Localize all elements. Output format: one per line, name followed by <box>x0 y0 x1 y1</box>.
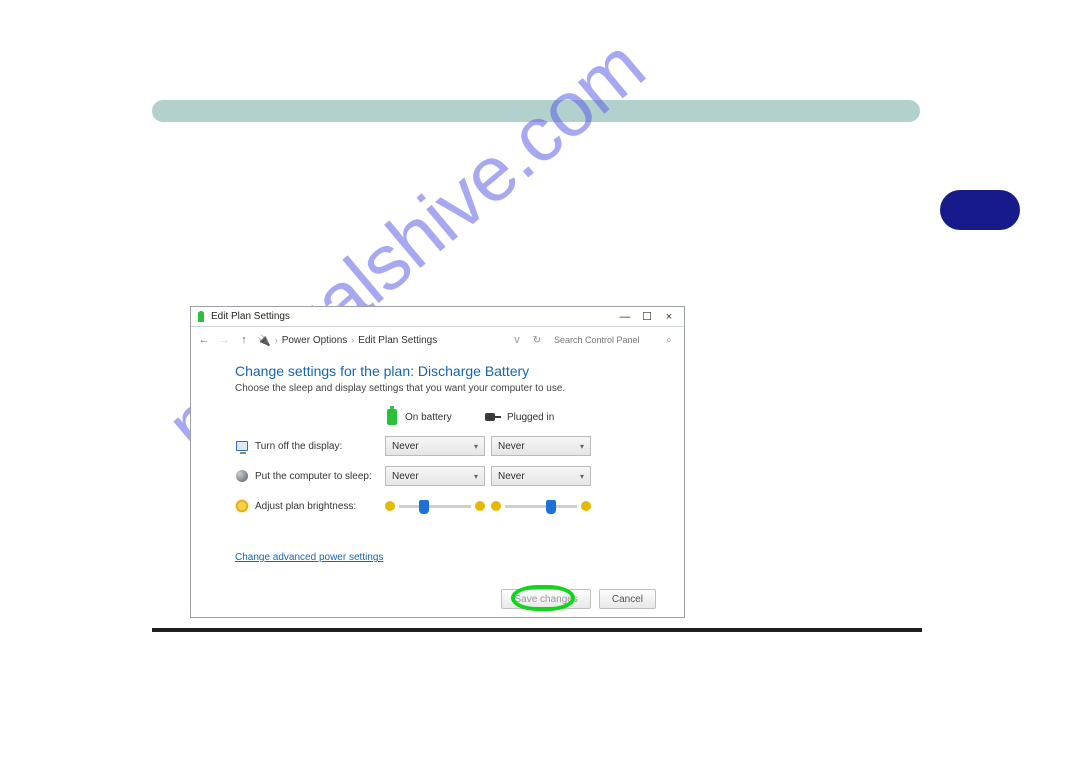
sleep-label: Put the computer to sleep: <box>235 469 385 483</box>
sun-bright-icon <box>581 501 591 511</box>
cancel-button[interactable]: Cancel <box>599 589 656 609</box>
save-button[interactable]: Save changes <box>501 589 590 609</box>
minimize-button[interactable]: — <box>614 308 636 326</box>
chevron-down-icon: ▾ <box>580 472 584 481</box>
chevron-down-icon: ▾ <box>474 442 478 451</box>
battery-icon <box>385 408 399 426</box>
moon-icon <box>235 469 249 483</box>
column-headers: On battery Plugged in <box>385 408 640 426</box>
window-content: Change settings for the plan: Discharge … <box>191 353 684 571</box>
breadcrumb[interactable]: 🔌 › Power Options › Edit Plan Settings <box>257 334 504 347</box>
search-icon[interactable]: ⌕ <box>666 335 678 346</box>
sun-dim-icon <box>385 501 395 511</box>
display-plugged-select[interactable]: Never ▾ <box>491 436 591 456</box>
bottom-divider <box>152 628 922 632</box>
plug-icon <box>485 412 501 422</box>
on-battery-header: On battery <box>385 408 485 426</box>
power-options-icon <box>195 311 207 323</box>
forward-button[interactable]: → <box>217 333 231 347</box>
brightness-battery-slider[interactable] <box>385 496 485 516</box>
chevron-right-icon: › <box>275 335 278 345</box>
sleep-plugged-select[interactable]: Never ▾ <box>491 466 591 486</box>
back-button[interactable]: ← <box>197 333 211 347</box>
display-label: Turn off the display: <box>235 439 385 453</box>
sun-bright-icon <box>475 501 485 511</box>
sun-dim-icon <box>491 501 501 511</box>
slider-thumb[interactable] <box>419 500 429 514</box>
refresh-button[interactable]: ↻ <box>530 333 544 347</box>
plugged-in-header: Plugged in <box>485 412 595 423</box>
maximize-button[interactable]: ☐ <box>636 308 658 326</box>
display-row: Turn off the display: Never ▾ Never ▾ <box>235 436 640 456</box>
plugged-in-label: Plugged in <box>507 412 554 423</box>
chevron-right-icon: › <box>351 335 354 345</box>
brightness-plugged-slider[interactable] <box>491 496 591 516</box>
window-footer: Save changes Cancel <box>501 589 656 609</box>
sleep-row: Put the computer to sleep: Never ▾ Never… <box>235 466 640 486</box>
breadcrumb-dropdown[interactable]: v <box>510 333 524 347</box>
advanced-settings-link[interactable]: Change advanced power settings <box>235 552 383 563</box>
window-titlebar: Edit Plan Settings — ☐ × <box>191 307 684 327</box>
close-button[interactable]: × <box>658 308 680 326</box>
side-pill <box>940 190 1020 230</box>
sun-icon <box>235 499 249 513</box>
search-input[interactable] <box>554 335 656 345</box>
address-bar: ← → ↑ 🔌 › Power Options › Edit Plan Sett… <box>191 327 684 353</box>
page-heading: Change settings for the plan: Discharge … <box>235 363 640 379</box>
breadcrumb-segment[interactable]: Edit Plan Settings <box>358 335 437 346</box>
on-battery-label: On battery <box>405 412 452 423</box>
edit-plan-window: Edit Plan Settings — ☐ × ← → ↑ 🔌 › Power… <box>190 306 685 618</box>
slider-thumb[interactable] <box>546 500 556 514</box>
brightness-label: Adjust plan brightness: <box>235 499 385 513</box>
up-button[interactable]: ↑ <box>237 333 251 347</box>
monitor-icon <box>235 439 249 453</box>
window-title: Edit Plan Settings <box>211 311 290 322</box>
chevron-down-icon: ▾ <box>580 442 584 451</box>
sleep-battery-select[interactable]: Never ▾ <box>385 466 485 486</box>
brightness-row: Adjust plan brightness: <box>235 496 640 516</box>
page-subtext: Choose the sleep and display settings th… <box>235 383 640 394</box>
search-box[interactable] <box>550 331 660 349</box>
breadcrumb-segment[interactable]: Power Options <box>282 335 348 346</box>
display-battery-select[interactable]: Never ▾ <box>385 436 485 456</box>
chevron-down-icon: ▾ <box>474 472 478 481</box>
control-panel-icon: 🔌 <box>257 334 271 347</box>
page-header-bar <box>152 100 920 122</box>
